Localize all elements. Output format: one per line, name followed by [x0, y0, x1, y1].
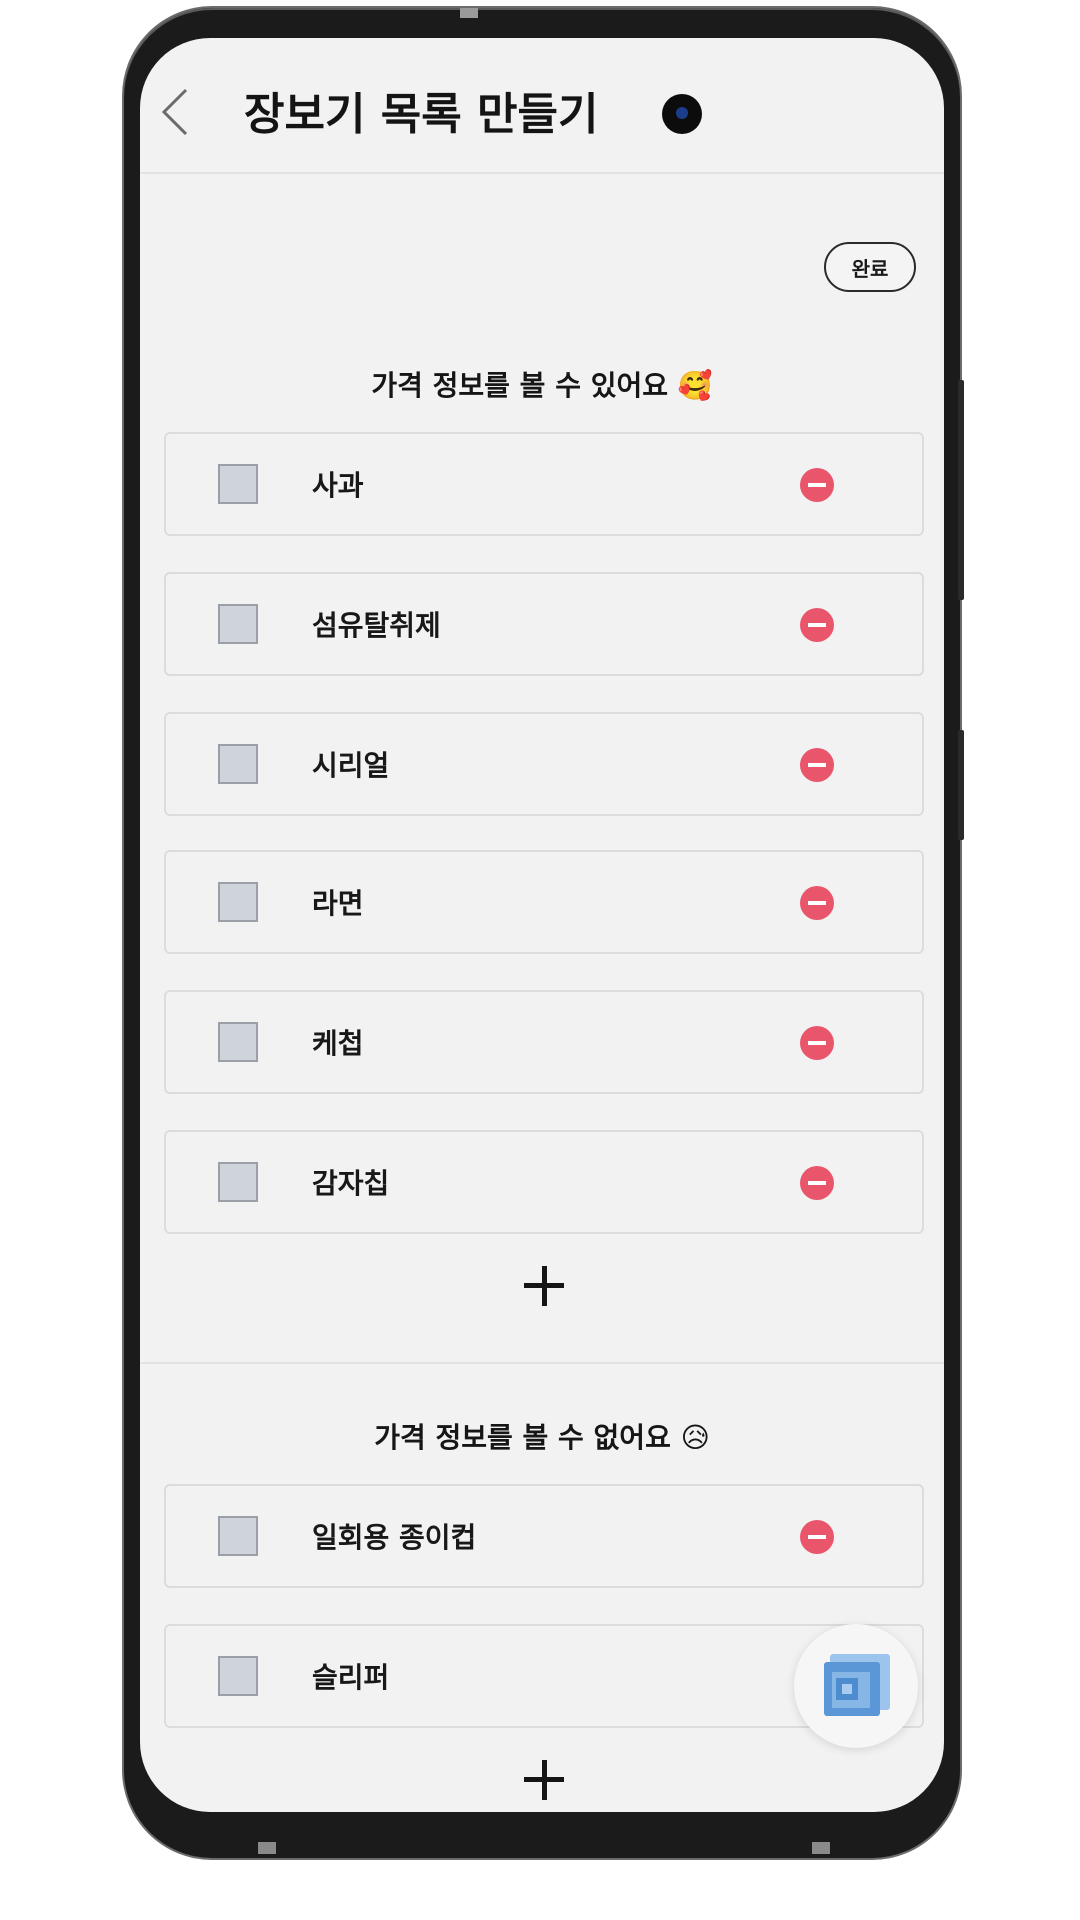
multi-window-icon: [824, 1654, 890, 1716]
item-label: 일회용 종이컵: [312, 1521, 477, 1554]
item-checkbox[interactable]: [218, 882, 258, 922]
remove-icon[interactable]: [800, 1520, 834, 1554]
bottom-slot: [812, 1842, 830, 1854]
remove-icon[interactable]: [800, 748, 834, 782]
plus-icon: [524, 1760, 564, 1800]
add-item-button[interactable]: [522, 1758, 566, 1802]
top-speaker-slot: [460, 8, 478, 18]
back-button[interactable]: [156, 82, 200, 142]
item-checkbox[interactable]: [218, 744, 258, 784]
floating-window-button[interactable]: [794, 1624, 918, 1748]
item-checkbox[interactable]: [218, 1656, 258, 1696]
list-item: 사과: [164, 432, 924, 536]
remove-icon[interactable]: [800, 608, 834, 642]
add-item-button[interactable]: [522, 1264, 566, 1308]
item-checkbox[interactable]: [218, 1516, 258, 1556]
item-label: 섬유탈취제: [312, 609, 441, 642]
power-button: [958, 730, 964, 840]
done-button[interactable]: 완료: [824, 242, 916, 292]
item-checkbox[interactable]: [218, 604, 258, 644]
item-label: 케첩: [312, 1027, 364, 1060]
list-item: 라면: [164, 850, 924, 954]
item-checkbox[interactable]: [218, 1022, 258, 1062]
remove-icon[interactable]: [800, 886, 834, 920]
list-item: 시리얼: [164, 712, 924, 816]
volume-button: [958, 380, 964, 600]
list-item: 케첩: [164, 990, 924, 1094]
bottom-slot: [258, 1842, 276, 1854]
section-title-unpriced: 가격 정보를 볼 수 없어요 😥: [374, 1421, 710, 1454]
item-label: 라면: [312, 887, 364, 920]
item-checkbox[interactable]: [218, 464, 258, 504]
section-divider: [140, 1362, 944, 1364]
list-item: 섬유탈취제: [164, 572, 924, 676]
page-title: 장보기 목록 만들기: [244, 89, 599, 140]
remove-icon[interactable]: [800, 1166, 834, 1200]
item-label: 사과: [312, 469, 364, 502]
remove-icon[interactable]: [800, 468, 834, 502]
stage: 장보기 목록 만들기 완료 가격 정보를 볼 수 있어요 🥰 사과 섬유탈취제 …: [0, 0, 1080, 1920]
plus-icon: [524, 1266, 564, 1306]
front-camera: [662, 94, 702, 134]
app-screen: 장보기 목록 만들기 완료 가격 정보를 볼 수 있어요 🥰 사과 섬유탈취제 …: [140, 38, 944, 1812]
item-label: 시리얼: [312, 749, 390, 782]
chevron-left-icon: [161, 88, 188, 136]
item-label: 슬리퍼: [312, 1661, 390, 1694]
remove-icon[interactable]: [800, 1026, 834, 1060]
section-title-priced: 가격 정보를 볼 수 있어요 🥰: [371, 369, 713, 402]
app-header: 장보기 목록 만들기: [140, 38, 944, 174]
list-item: 감자칩: [164, 1130, 924, 1234]
item-label: 감자칩: [312, 1167, 390, 1200]
item-checkbox[interactable]: [218, 1162, 258, 1202]
list-item: 일회용 종이컵: [164, 1484, 924, 1588]
